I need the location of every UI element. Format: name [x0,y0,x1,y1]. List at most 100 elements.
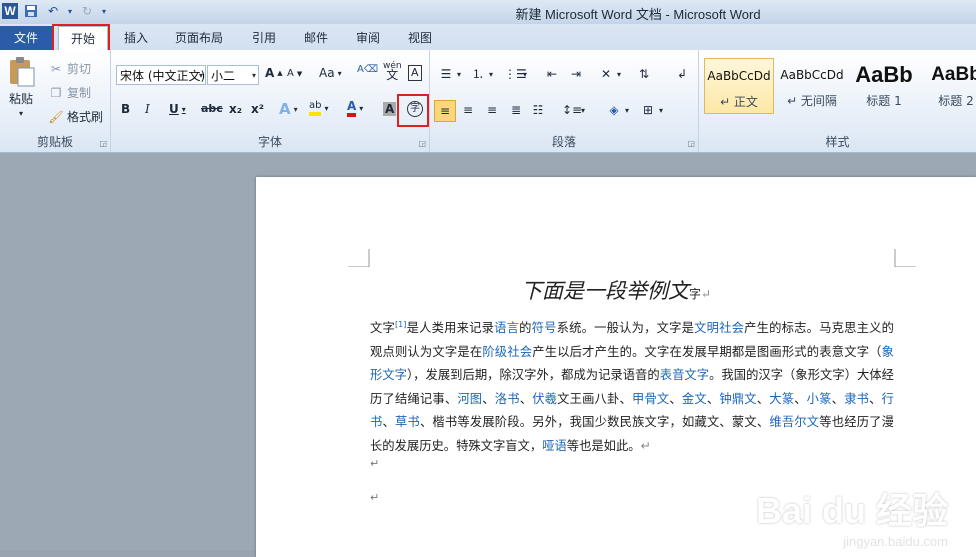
paragraph-group-label: 段落 [551,135,576,149]
paste-button[interactable]: 粘贴 ▾ [6,56,36,118]
format-painter-button[interactable]: 🖌 格式刷 [48,108,103,125]
doc-text: 系统。一般认为，文字是 [556,321,695,336]
increase-indent-button[interactable]: ⇥ [568,66,584,82]
shading-button[interactable]: ◈ ▾ [606,102,629,118]
strikethrough-icon: abc [201,102,223,115]
doc-link[interactable]: 钟鼎文 [719,392,756,406]
distributed-button[interactable]: ☷ [530,102,546,118]
bold-button[interactable]: B [121,102,130,116]
bullets-button[interactable]: ☰ ▾ [438,66,461,82]
phonetic-guide-button[interactable]: wén 文 [383,62,402,82]
doc-link[interactable]: [1] [395,320,406,329]
tab-references[interactable]: 引用 [244,28,284,49]
tab-insert[interactable]: 插入 [116,28,156,49]
doc-text: 、 [482,391,495,406]
doc-text: 、 [669,391,682,406]
clipboard-launcher-icon[interactable]: ◲ [99,139,107,148]
font-size-combo[interactable]: 小二 ▾ [207,65,259,85]
character-shading-button[interactable]: A [383,102,397,116]
font-launcher-icon[interactable]: ◲ [418,139,426,148]
tab-page-layout[interactable]: 页面布局 [166,28,232,49]
doc-link[interactable]: 阶级社会 [482,345,532,359]
character-border-button[interactable]: A [408,65,422,81]
doc-link[interactable]: 草书 [395,415,420,429]
doc-text: 、 [869,391,882,406]
document-workspace: 下面是一段举例文字↵ 文字[1]是人类用来记录语言的符号系统。一般认为，文字是文… [0,153,976,557]
multilevel-list-button[interactable]: ⋮☰ ▾ [504,66,527,82]
font-name-combo[interactable]: 宋体 (中文正文) ▾ [116,65,206,85]
styles-group-label: 样式 [825,135,850,149]
document-title[interactable]: 下面是一段举例文字↵ [256,275,976,305]
doc-link[interactable]: 大篆 [769,392,794,406]
tab-file[interactable]: 文件 [0,26,52,50]
doc-link[interactable]: 洛书 [495,392,520,406]
font-color-button[interactable]: A ▾ [347,100,363,117]
style-normal-name: ↵ 正文 [720,95,758,109]
underline-button[interactable]: U ▾ [169,102,186,116]
justify-button[interactable]: ≣ [508,102,524,118]
cut-button[interactable]: ✂ 剪切 [48,60,91,77]
style-normal[interactable]: AaBbCcDd ↵ 正文 [704,58,774,114]
font-group: 宋体 (中文正文) ▾ 小二 ▾ A ▲ A ▼ Aa ▾ A⌫ wén 文 A B I U… [111,50,430,152]
style-heading-2-name: 标题 2 [938,94,974,108]
change-case-button[interactable]: Aa ▾ [319,66,342,80]
doc-link[interactable]: 维吾尔文 [769,415,819,429]
show-marks-button[interactable]: ↲ [674,66,690,82]
grow-font-button[interactable]: A ▲ [265,66,283,80]
copy-button[interactable]: ❐ 复制 [48,84,91,101]
doc-link[interactable]: 哑语 [542,439,567,453]
sort-icon: ⇅ [638,67,650,81]
chevron-down-icon: ▾ [251,71,256,80]
doc-link[interactable]: 隶书 [844,392,869,406]
italic-button[interactable]: I [145,102,150,116]
borders-button[interactable]: ⊞ ▾ [640,102,663,118]
numbered-list-icon: ⒈ [471,67,484,81]
sort-button[interactable]: ⇅ [636,66,652,82]
highlight-button[interactable]: ab ▾ [309,100,329,116]
justify-icon: ≣ [510,103,522,117]
font-size-value: 小二 [211,69,236,83]
doc-link[interactable]: 符号 [532,321,557,335]
doc-link[interactable]: 文明社会 [694,321,744,335]
style-heading-2[interactable]: AaBb 标题 2 [921,58,976,114]
window-title: 新建 Microsoft Word 文档 - Microsoft Word [515,7,761,22]
subscript-button[interactable]: x₂ [229,102,242,116]
doc-link[interactable]: 河图 [457,392,482,406]
superscript-icon: x² [251,102,264,116]
text-effects-icon: A [279,100,291,118]
doc-text: 、 [382,415,395,430]
text-effects-button[interactable]: A ▾ [279,100,298,118]
doc-link[interactable]: 甲骨文 [632,392,669,406]
multilevel-list-icon: ⋮☰ [504,67,527,81]
numbering-button[interactable]: ⒈ ▾ [470,66,493,82]
style-heading-1[interactable]: AaBb 标题 1 [849,58,919,114]
style-no-spacing[interactable]: AaBbCcDd ↵ 无间隔 [777,58,847,114]
strikethrough-button[interactable]: abc [201,102,223,115]
asian-layout-button[interactable]: ✕ ▾ [598,66,621,82]
tab-view[interactable]: 视图 [400,28,440,49]
doc-link[interactable]: 伏羲 [532,392,557,406]
doc-link[interactable]: 小篆 [807,392,832,406]
underline-icon: U [169,102,179,116]
line-spacing-button[interactable]: ↕≡ ▾ [562,102,585,118]
align-right-button[interactable]: ≡ [484,102,500,118]
align-center-button[interactable]: ≡ [460,102,476,118]
paragraph-mark: ↵ [700,287,712,301]
character-shading-icon: A [383,102,397,116]
decrease-indent-button[interactable]: ⇤ [544,66,560,82]
superscript-button[interactable]: x² [251,102,264,116]
shrink-font-button[interactable]: A ▼ [287,68,302,79]
document-title-tail: 字 [688,287,701,301]
align-left-button[interactable]: ≡ [434,100,456,122]
tab-review[interactable]: 审阅 [348,28,388,49]
doc-link[interactable]: 表音文字 [660,368,709,382]
document-page[interactable]: 下面是一段举例文字↵ 文字[1]是人类用来记录语言的符号系统。一般认为，文字是文… [256,177,976,557]
document-body[interactable]: 文字[1]是人类用来记录语言的符号系统。一般认为，文字是文明社会产生的标志。马克… [370,313,894,458]
paste-dropdown-icon[interactable]: ▾ [19,109,23,118]
tab-mailings[interactable]: 邮件 [296,28,336,49]
clear-format-icon: A⌫ [357,64,378,75]
doc-link[interactable]: 语言 [494,321,519,335]
clear-format-button[interactable]: A⌫ [357,64,378,75]
paragraph-launcher-icon[interactable]: ◲ [687,139,695,148]
doc-link[interactable]: 金文 [682,392,707,406]
